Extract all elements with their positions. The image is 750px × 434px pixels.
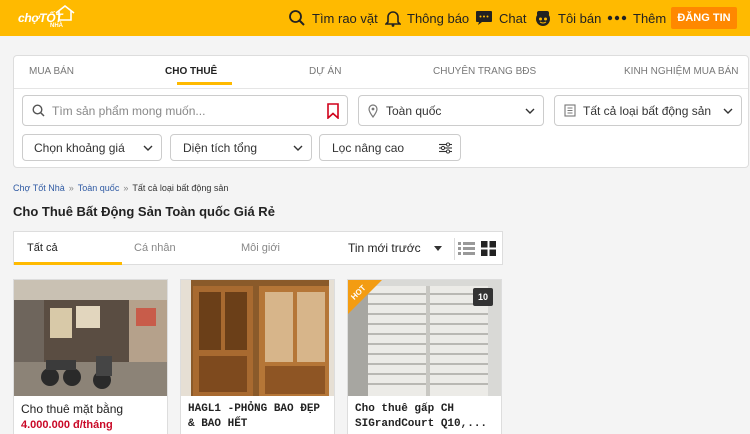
search-panel: MUA BÁN CHO THUÊ DỰ ÁN CHUYÊN TRANG BĐS … (13, 55, 749, 168)
tab-for-rent[interactable]: CHO THUÊ (165, 66, 217, 77)
breadcrumb: Chợ Tốt Nhà» Toàn quốc» Tất cả loại bất độ… (13, 183, 228, 193)
image-count: 10 (477, 292, 488, 302)
listing-photo (14, 280, 167, 396)
listing-price: 4.000.000 đ/tháng (21, 419, 113, 431)
image-count-badge: 10 (473, 288, 493, 306)
listing-title[interactable]: HAGL1 -PHỎNG BAO ĐẸP & BAO HẾT (188, 402, 330, 432)
bookmark-icon[interactable] (327, 103, 339, 119)
chevron-down-icon (723, 108, 733, 114)
nav-notifications[interactable]: Thông báo (385, 0, 469, 36)
area-select[interactable]: Diện tích tổng (170, 134, 312, 161)
tab-buy-sell[interactable]: MUA BÁN (29, 66, 74, 77)
listing-filter-bar: Tất cả Cá nhân Môi giới Tin mới trước (13, 231, 503, 265)
nav-label: Tôi bán (558, 10, 602, 26)
nav-more[interactable]: Thêm (607, 0, 666, 36)
filter-tab-broker[interactable]: Môi giới (241, 242, 280, 254)
tab-real-estate-channel[interactable]: CHUYÊN TRANG BĐS (433, 66, 536, 77)
listing-card[interactable]: Cho thuê mặt bằng 4.000.000 đ/tháng (13, 279, 168, 434)
nav-my-sales[interactable]: Tôi bán (534, 0, 601, 36)
breadcrumb-separator: » (68, 183, 74, 193)
building-icon (564, 104, 576, 117)
sliders-icon (439, 142, 452, 153)
filter-tab-individual[interactable]: Cá nhân (134, 242, 176, 254)
listing-title[interactable]: Cho thuê mặt bằng (21, 402, 163, 417)
list-view-icon[interactable] (458, 241, 475, 256)
breadcrumb-separator: » (123, 183, 129, 193)
search-input[interactable]: Tìm sản phẩm mong muốn... (22, 95, 348, 126)
search-icon (289, 10, 305, 26)
breadcrumb-current: Tất cả loại bất động sản (132, 183, 229, 193)
logo-subtitle: NHÀ (50, 23, 63, 29)
tab-buying-tips[interactable]: KINH NGHIỆM MUA BÁN (624, 66, 738, 77)
active-filter-indicator (14, 262, 122, 265)
property-type-select[interactable]: Tất cả loại bất động sản (554, 95, 742, 126)
filter-tab-all[interactable]: Tất cả (27, 242, 58, 254)
chat-icon (476, 11, 492, 25)
cho-tot-nha-logo[interactable]: chợTỐT NHÀ (18, 5, 80, 31)
chevron-down-icon (293, 145, 303, 151)
view-divider (454, 238, 455, 260)
nav-search-classifieds[interactable]: Tìm rao vặt (288, 0, 378, 36)
more-dots-icon (607, 15, 627, 21)
tab-projects[interactable]: DỰ ÁN (309, 66, 341, 77)
area-value: Diện tích tổng (183, 140, 258, 155)
price-range-value: Chọn khoảng giá (34, 140, 125, 155)
listing-card[interactable]: HOT 10 Cho thuê gấp CH SIGrandCourt Q10,… (347, 279, 502, 434)
breadcrumb-region[interactable]: Toàn quốc (78, 183, 120, 193)
listing-card[interactable]: HAGL1 -PHỎNG BAO ĐẸP & BAO HẾT (180, 279, 335, 434)
active-tab-indicator (177, 82, 232, 85)
page-title: Cho Thuê Bất Động Sản Toàn quốc Giá Rẻ (13, 204, 275, 219)
advanced-filter-label: Lọc nâng cao (332, 140, 405, 155)
nav-label: Thêm (633, 10, 667, 26)
nav-label: Tìm rao vặt (312, 10, 378, 26)
bell-icon (385, 11, 401, 27)
property-type-value: Tất cả loại bất động sản (583, 103, 712, 118)
listing-title[interactable]: Cho thuê gấp CH SIGrandCourt Q10,... (355, 402, 497, 432)
location-value: Toàn quốc (386, 103, 442, 118)
sort-select[interactable]: Tin mới trước (348, 241, 421, 255)
location-select[interactable]: Toàn quốc (358, 95, 544, 126)
user-face-icon (536, 11, 550, 26)
location-pin-icon (368, 103, 378, 118)
price-range-select[interactable]: Chọn khoảng giá (22, 134, 162, 161)
listing-photo (181, 280, 334, 396)
chevron-down-icon (525, 108, 535, 114)
nav-label: Thông báo (407, 10, 470, 26)
post-ad-button[interactable]: ĐĂNG TIN (671, 7, 737, 29)
grid-view-icon[interactable] (481, 241, 496, 256)
hot-badge: HOT (348, 280, 382, 314)
search-icon (32, 104, 45, 117)
search-placeholder: Tìm sản phẩm mong muốn... (52, 103, 206, 118)
nav-label: Chat (499, 10, 527, 26)
chevron-down-icon (143, 145, 153, 151)
caret-down-icon (434, 246, 442, 251)
advanced-filter-button[interactable]: Lọc nâng cao (319, 134, 461, 161)
top-header: chợTỐT NHÀ Tìm rao vặt Thông báo Chat Tô… (0, 0, 750, 36)
nav-chat[interactable]: Chat (475, 0, 526, 36)
panel-divider (14, 88, 748, 89)
breadcrumb-home[interactable]: Chợ Tốt Nhà (13, 183, 65, 193)
